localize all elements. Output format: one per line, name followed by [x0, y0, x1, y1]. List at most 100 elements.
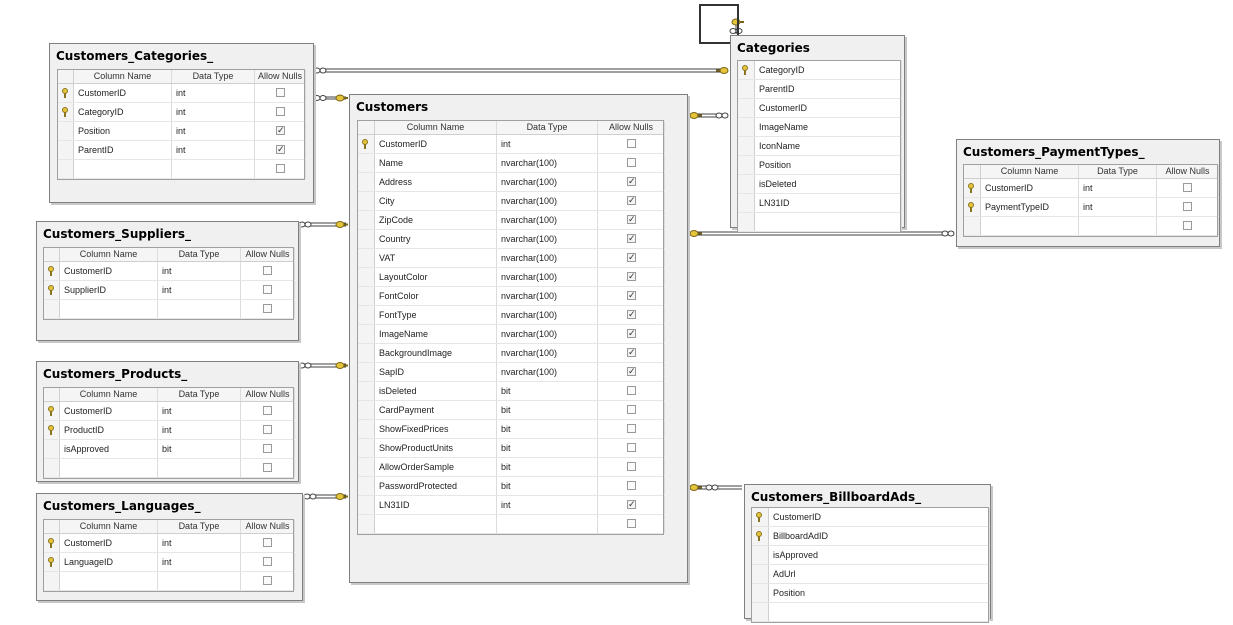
column-row[interactable]: SapID nvarchar(100) ✓ [358, 363, 665, 382]
allow-nulls-checkbox[interactable]: ✓ [276, 145, 285, 154]
column-row[interactable]: isDeleted bit [358, 382, 665, 401]
column-row[interactable]: Position [752, 584, 990, 603]
allow-nulls-checkbox[interactable]: ✓ [276, 126, 285, 135]
new-column-row[interactable] [44, 572, 295, 591]
row-selector[interactable] [44, 281, 60, 299]
row-selector[interactable] [738, 137, 755, 155]
table-title[interactable]: Customers [350, 95, 687, 116]
allow-nulls-checkbox[interactable]: ✓ [627, 253, 636, 262]
column-row[interactable]: VAT nvarchar(100) ✓ [358, 249, 665, 268]
table-title[interactable]: Customers_Products_ [37, 362, 298, 383]
allow-nulls-checkbox[interactable]: ✓ [627, 215, 636, 224]
allow-nulls-checkbox[interactable] [276, 164, 285, 173]
allow-nulls-checkbox[interactable] [263, 557, 272, 566]
column-row[interactable]: LayoutColor nvarchar(100) ✓ [358, 268, 665, 287]
row-selector[interactable] [44, 572, 60, 590]
row-selector[interactable] [358, 230, 375, 248]
row-selector[interactable] [358, 287, 375, 305]
column-row[interactable]: FontType nvarchar(100) ✓ [358, 306, 665, 325]
row-selector[interactable] [358, 154, 375, 172]
column-row[interactable]: ShowFixedPrices bit [358, 420, 665, 439]
row-selector[interactable] [44, 300, 60, 318]
table-customers-suppliers[interactable]: Customers_Suppliers_ Column Name Data Type… [36, 221, 299, 341]
row-selector[interactable] [358, 382, 375, 400]
allow-nulls-checkbox[interactable]: ✓ [627, 500, 636, 509]
allow-nulls-checkbox[interactable] [627, 481, 636, 490]
column-row[interactable]: LanguageID int [44, 553, 295, 572]
column-row[interactable]: PasswordProtected bit [358, 477, 665, 496]
new-column-row[interactable] [964, 217, 1219, 236]
column-row[interactable]: ParentID [738, 80, 902, 99]
row-selector[interactable] [752, 527, 769, 545]
column-row[interactable]: CustomerID int [44, 402, 295, 421]
row-selector[interactable] [58, 141, 74, 159]
row-selector[interactable] [44, 262, 60, 280]
allow-nulls-checkbox[interactable] [627, 386, 636, 395]
table-customers-paymenttypes[interactable]: Customers_PaymentTypes_ Column Name Data T… [956, 139, 1220, 247]
column-row[interactable]: IconName [738, 137, 902, 156]
allow-nulls-checkbox[interactable]: ✓ [627, 329, 636, 338]
allow-nulls-checkbox[interactable]: ✓ [627, 291, 636, 300]
row-selector[interactable] [358, 249, 375, 267]
allow-nulls-checkbox[interactable] [627, 139, 636, 148]
row-selector[interactable] [358, 173, 375, 191]
column-row[interactable]: CustomerID int [44, 534, 295, 553]
allow-nulls-checkbox[interactable] [1183, 221, 1192, 230]
new-column-row[interactable] [358, 515, 665, 534]
allow-nulls-checkbox[interactable] [263, 285, 272, 294]
allow-nulls-checkbox[interactable]: ✓ [627, 348, 636, 357]
allow-nulls-checkbox[interactable]: ✓ [627, 367, 636, 376]
allow-nulls-checkbox[interactable]: ✓ [627, 272, 636, 281]
column-row[interactable]: BillboardAdID [752, 527, 990, 546]
new-column-row[interactable] [44, 300, 295, 319]
column-row[interactable]: City nvarchar(100) ✓ [358, 192, 665, 211]
row-selector[interactable] [738, 175, 755, 193]
row-selector[interactable] [358, 420, 375, 438]
column-row[interactable]: CategoryID [738, 61, 902, 80]
row-selector[interactable] [752, 603, 769, 621]
table-title[interactable]: Categories [731, 36, 904, 57]
row-selector[interactable] [58, 103, 74, 121]
column-row[interactable]: SupplierID int [44, 281, 295, 300]
row-selector[interactable] [964, 179, 981, 197]
allow-nulls-checkbox[interactable] [263, 576, 272, 585]
column-row[interactable]: ShowProductUnits bit [358, 439, 665, 458]
column-row[interactable]: LN31ID [738, 194, 902, 213]
row-selector[interactable] [752, 508, 769, 526]
table-title[interactable]: Customers_Categories_ [50, 44, 313, 65]
row-selector[interactable] [738, 80, 755, 98]
table-title[interactable]: Customers_BillboardAds_ [745, 485, 990, 506]
column-row[interactable]: Position int ✓ [58, 122, 306, 141]
row-selector[interactable] [58, 84, 74, 102]
column-row[interactable]: CardPayment bit [358, 401, 665, 420]
row-selector[interactable] [964, 217, 981, 235]
column-row[interactable]: isApproved [752, 546, 990, 565]
allow-nulls-checkbox[interactable]: ✓ [627, 177, 636, 186]
allow-nulls-checkbox[interactable]: ✓ [627, 310, 636, 319]
allow-nulls-checkbox[interactable] [263, 463, 272, 472]
column-row[interactable]: ZipCode nvarchar(100) ✓ [358, 211, 665, 230]
row-selector[interactable] [964, 198, 981, 216]
row-selector[interactable] [358, 496, 375, 514]
column-row[interactable]: ImageName [738, 118, 902, 137]
column-row[interactable]: AllowOrderSample bit [358, 458, 665, 477]
column-row[interactable]: CustomerID [738, 99, 902, 118]
row-selector[interactable] [44, 459, 60, 477]
new-column-row[interactable] [738, 213, 902, 232]
column-row[interactable]: ParentID int ✓ [58, 141, 306, 160]
row-selector[interactable] [358, 325, 375, 343]
row-selector[interactable] [358, 363, 375, 381]
table-categories[interactable]: Categories CategoryID ParentID CustomerID Im… [730, 35, 905, 233]
row-selector[interactable] [738, 99, 755, 117]
column-row[interactable]: PaymentTypeID int [964, 198, 1219, 217]
row-selector[interactable] [752, 584, 769, 602]
new-column-row[interactable] [58, 160, 306, 179]
row-selector[interactable] [738, 194, 755, 212]
row-selector[interactable] [44, 440, 60, 458]
table-title[interactable]: Customers_Suppliers_ [37, 222, 298, 243]
row-selector[interactable] [44, 553, 60, 571]
allow-nulls-checkbox[interactable] [263, 425, 272, 434]
allow-nulls-checkbox[interactable] [276, 107, 285, 116]
allow-nulls-checkbox[interactable] [627, 424, 636, 433]
allow-nulls-checkbox[interactable] [627, 443, 636, 452]
